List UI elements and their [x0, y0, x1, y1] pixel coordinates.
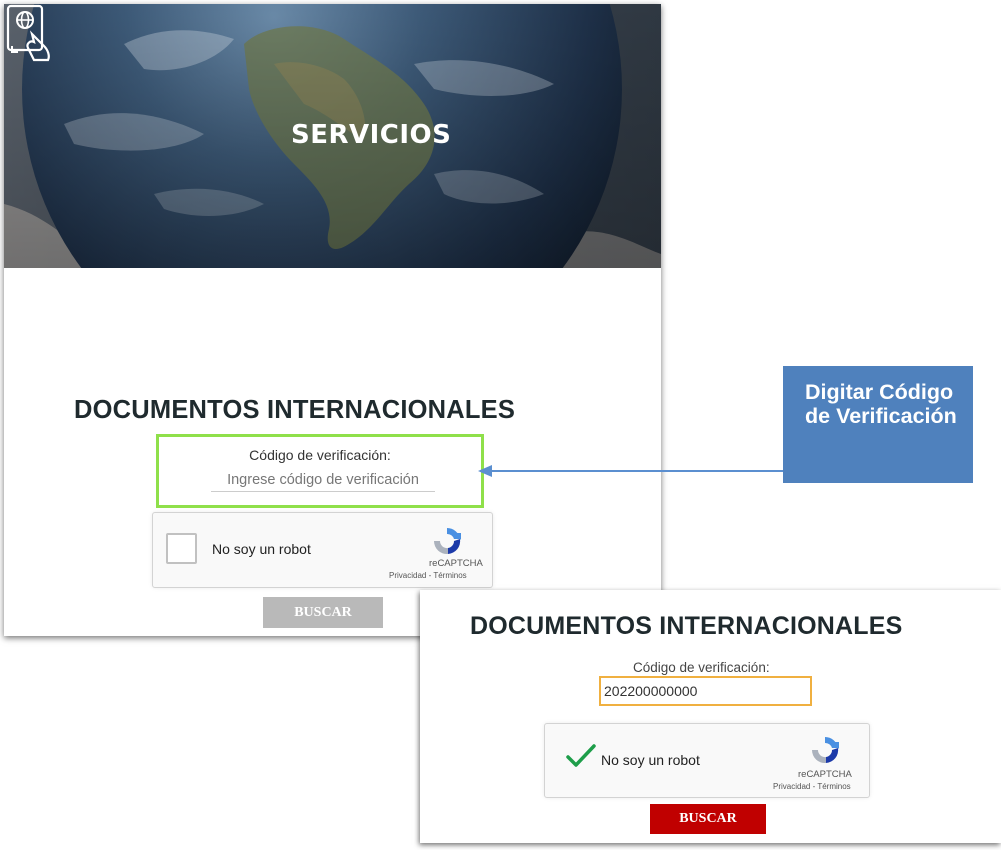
- services-panel-filled: DOCUMENTOS INTERNACIONALES Código de ver…: [420, 590, 1001, 843]
- services-panel-empty: SERVICIOS DOCUMENTOS INTERNACIONALES Cód…: [4, 4, 661, 636]
- recaptcha-widget: No soy un robot reCAPTCHA Privacidad - T…: [152, 512, 493, 588]
- recaptcha-logo-icon: [811, 736, 839, 764]
- recaptcha-brand: reCAPTCHA: [798, 769, 852, 780]
- hero-banner: SERVICIOS: [4, 4, 661, 268]
- checkmark-icon[interactable]: [566, 744, 596, 768]
- recaptcha-label: No soy un robot: [212, 541, 311, 557]
- callout-text: Digitar Código de Verificación: [805, 380, 957, 428]
- callout-arrow: [478, 465, 784, 477]
- passport-icon: [6, 4, 50, 62]
- recaptcha-terms[interactable]: Privacidad - Términos: [389, 571, 467, 580]
- recaptcha-checkbox[interactable]: [166, 533, 197, 564]
- hero-title: SERVICIOS: [291, 120, 452, 150]
- verification-code-input[interactable]: [599, 676, 812, 706]
- code-label: Código de verificación:: [249, 447, 391, 463]
- code-field-highlight: Código de verificación:: [156, 434, 484, 508]
- recaptcha-widget: No soy un robot reCAPTCHA Privacidad - T…: [544, 723, 870, 798]
- recaptcha-logo-icon: [433, 527, 461, 555]
- page-title: DOCUMENTOS INTERNACIONALES: [470, 612, 903, 640]
- instruction-callout: Digitar Código de Verificación: [783, 366, 973, 483]
- search-button-disabled[interactable]: BUSCAR: [263, 597, 383, 628]
- page-title: DOCUMENTOS INTERNACIONALES: [74, 396, 516, 424]
- code-label: Código de verificación:: [633, 660, 770, 675]
- recaptcha-label: No soy un robot: [601, 752, 700, 768]
- verification-code-input[interactable]: [211, 469, 435, 492]
- recaptcha-terms[interactable]: Privacidad - Términos: [773, 782, 851, 791]
- search-button[interactable]: BUSCAR: [650, 804, 766, 834]
- recaptcha-brand: reCAPTCHA: [429, 558, 483, 569]
